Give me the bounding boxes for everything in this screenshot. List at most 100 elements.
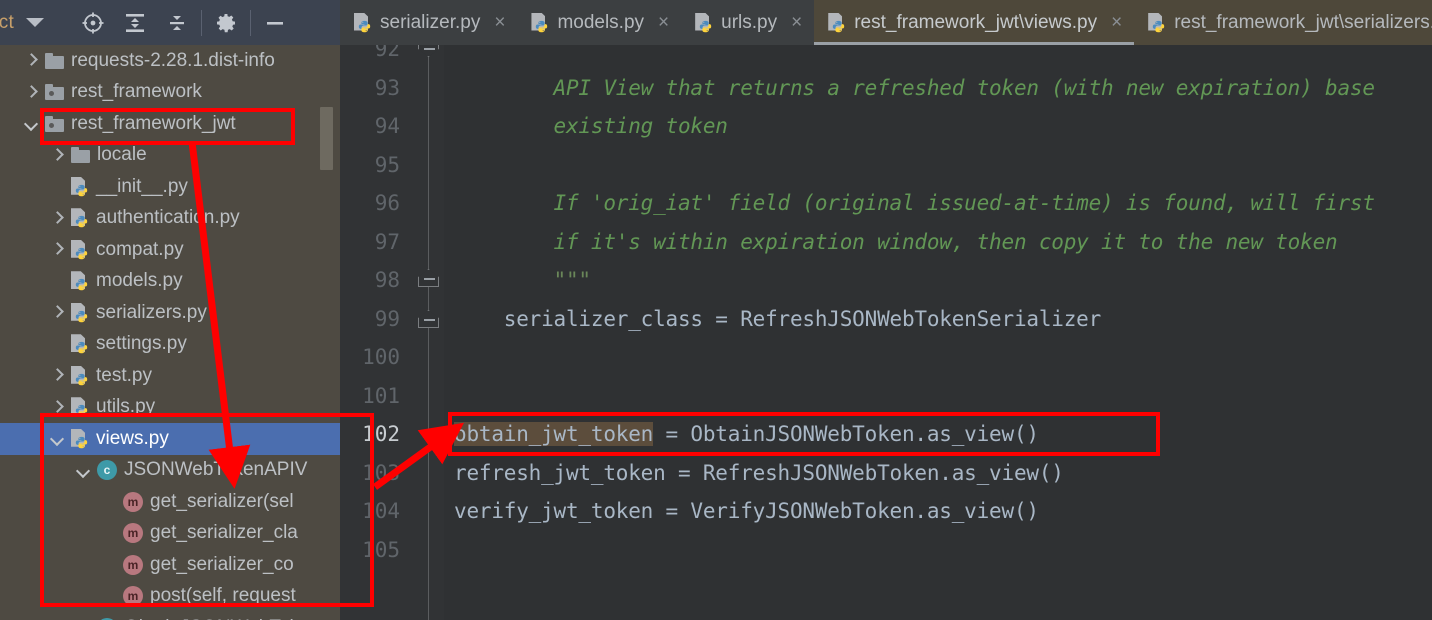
code-line[interactable]: """ xyxy=(454,268,592,292)
chevron-down-icon[interactable] xyxy=(50,432,63,445)
code-line[interactable]: if it's within expiration window, then c… xyxy=(454,230,1338,254)
python-file-icon xyxy=(71,365,89,386)
close-icon[interactable]: × xyxy=(494,13,505,32)
tree-row[interactable]: cObtainJSONWebTok xyxy=(0,612,340,620)
method-symbol-icon: m xyxy=(123,586,143,607)
editor-tab-label: rest_framework_jwt\views.py xyxy=(854,11,1098,33)
toolbar-divider xyxy=(200,9,202,36)
class-symbol-icon: c xyxy=(97,460,117,481)
chevron-right-icon[interactable] xyxy=(50,212,63,225)
editor-tab-3[interactable]: rest_framework_jwt\views.py × xyxy=(814,0,1135,45)
tree-row[interactable]: locale xyxy=(0,140,340,172)
line-number: 95 xyxy=(374,152,400,177)
close-icon[interactable]: × xyxy=(658,13,669,32)
collapse-all-icon[interactable] xyxy=(156,0,198,45)
code-folding-bar[interactable] xyxy=(412,45,444,620)
code-line[interactable]: obtain_jwt_token = ObtainJSONWebToken.as… xyxy=(454,422,1039,446)
chevron-down-icon[interactable] xyxy=(25,18,44,27)
line-number: 103 xyxy=(362,460,400,485)
editor-tab-strip: serializer.py × models.py × urls.py × rest_fra… xyxy=(340,0,1432,45)
close-icon[interactable]: × xyxy=(791,13,802,32)
fold-marker-end-icon[interactable] xyxy=(418,45,439,57)
code-segment: """ xyxy=(454,268,592,292)
chevron-right-icon[interactable] xyxy=(50,243,63,256)
method-symbol-icon: m xyxy=(123,491,143,512)
tree-arrow-placeholder xyxy=(102,495,115,508)
python-file-icon xyxy=(71,176,89,197)
code-line[interactable]: If 'orig_iat' field (original issued-at-… xyxy=(454,191,1375,215)
tree-row[interactable]: compat.py xyxy=(0,234,340,266)
chevron-right-icon[interactable] xyxy=(50,149,63,162)
close-icon[interactable]: × xyxy=(1111,13,1122,32)
locate-target-icon[interactable] xyxy=(72,0,114,45)
editor-tab-2[interactable]: urls.py × xyxy=(681,0,815,45)
code-text-area[interactable]: API View that returns a refreshed token … xyxy=(444,45,1432,620)
code-line[interactable]: API View that returns a refreshed token … xyxy=(454,76,1375,100)
tree-row[interactable]: views.py xyxy=(0,423,340,455)
python-file-icon xyxy=(354,12,372,33)
code-line[interactable]: serializer_class = RefreshJSONWebTokenSe… xyxy=(454,307,1101,331)
expand-all-icon[interactable] xyxy=(114,0,156,45)
highlighted-token: obtain_jwt_token xyxy=(454,422,654,446)
line-number: 92 xyxy=(374,45,400,61)
chevron-right-icon[interactable] xyxy=(50,306,63,319)
tree-row[interactable]: authentication.py xyxy=(0,203,340,235)
tree-row-label: __init__.py xyxy=(96,175,188,197)
ide-window: ect xyxy=(0,0,1432,620)
settings-gear-icon[interactable] xyxy=(205,0,247,45)
code-segment: = ObtainJSONWebToken.as_view() xyxy=(653,422,1040,446)
tree-row[interactable]: rest_framework_jwt xyxy=(0,108,340,140)
tree-row[interactable]: c JSONWebTokenAPIV xyxy=(0,455,340,487)
python-file-icon xyxy=(71,334,89,354)
chevron-right-icon[interactable] xyxy=(24,54,37,67)
tree-row-label: settings.py xyxy=(96,333,187,355)
fold-marker-start-icon[interactable] xyxy=(418,269,439,287)
chevron-right-icon[interactable] xyxy=(50,369,63,382)
tree-arrow-placeholder xyxy=(102,527,115,540)
chevron-down-icon[interactable] xyxy=(24,117,37,130)
tree-row[interactable]: serializers.py xyxy=(0,297,340,329)
code-segment: API View that returns a refreshed token … xyxy=(454,75,1375,100)
editor-tab-label: serializer.py xyxy=(380,11,481,33)
tree-row[interactable]: requests-2.28.1.dist-info xyxy=(0,45,340,77)
tree-row[interactable]: m get_serializer(sel xyxy=(0,486,340,518)
chevron-down-icon[interactable] xyxy=(76,464,89,477)
fold-marker-start-2-icon[interactable] xyxy=(418,310,439,328)
tree-row[interactable]: m get_serializer_co xyxy=(0,549,340,581)
code-line[interactable]: verify_jwt_token = VerifyJSONWebToken.as… xyxy=(454,499,1039,523)
tree-row[interactable]: rest_framework xyxy=(0,77,340,109)
minimize-icon[interactable] xyxy=(254,0,296,45)
editor-tab-4[interactable]: rest_framework_jwt\serializers.py xyxy=(1134,0,1432,45)
tree-row-label: utils.py xyxy=(96,396,156,418)
chevron-right-icon[interactable] xyxy=(50,401,63,414)
line-number: 100 xyxy=(362,345,400,369)
python-file-icon xyxy=(71,239,89,260)
editor-tab-1[interactable]: models.py × xyxy=(517,0,682,45)
chevron-right-icon[interactable] xyxy=(24,86,37,99)
tree-row[interactable]: settings.py xyxy=(0,329,340,361)
python-file-icon xyxy=(531,12,549,33)
tree-row-label: get_serializer_co xyxy=(150,553,294,575)
project-tree[interactable]: requests-2.28.1.dist-info rest_framework r… xyxy=(0,45,340,620)
tree-row-label: authentication.py xyxy=(96,207,240,229)
line-number: 102 xyxy=(362,422,400,446)
tree-row[interactable]: m get_serializer_cla xyxy=(0,518,340,550)
code-editor[interactable]: 92 93 94 95 96 97 98 99 100 101 102 103 104 105 API V… xyxy=(340,45,1432,620)
project-tree-scrollbar[interactable] xyxy=(320,107,333,170)
editor-tab-0[interactable]: serializer.py × xyxy=(340,0,518,45)
tree-row-label: JSONWebTokenAPIV xyxy=(124,459,308,481)
code-line[interactable]: existing token xyxy=(454,114,728,138)
line-number: 94 xyxy=(374,114,400,138)
code-line[interactable]: refresh_jwt_token = RefreshJSONWebToken.… xyxy=(454,461,1064,485)
tree-row[interactable]: utils.py xyxy=(0,392,340,424)
method-symbol-icon: m xyxy=(123,554,143,575)
tree-row[interactable]: __init__.py xyxy=(0,171,340,203)
tree-row[interactable]: m post(self, request xyxy=(0,581,340,613)
line-number: 101 xyxy=(362,383,400,408)
tree-row[interactable]: test.py xyxy=(0,360,340,392)
fold-region-line xyxy=(428,45,429,620)
tree-row-label: models.py xyxy=(96,270,183,292)
line-number: 104 xyxy=(362,499,400,523)
tree-row[interactable]: models.py xyxy=(0,266,340,298)
code-segment: refresh_jwt_token = RefreshJSONWebToken.… xyxy=(454,460,1064,485)
